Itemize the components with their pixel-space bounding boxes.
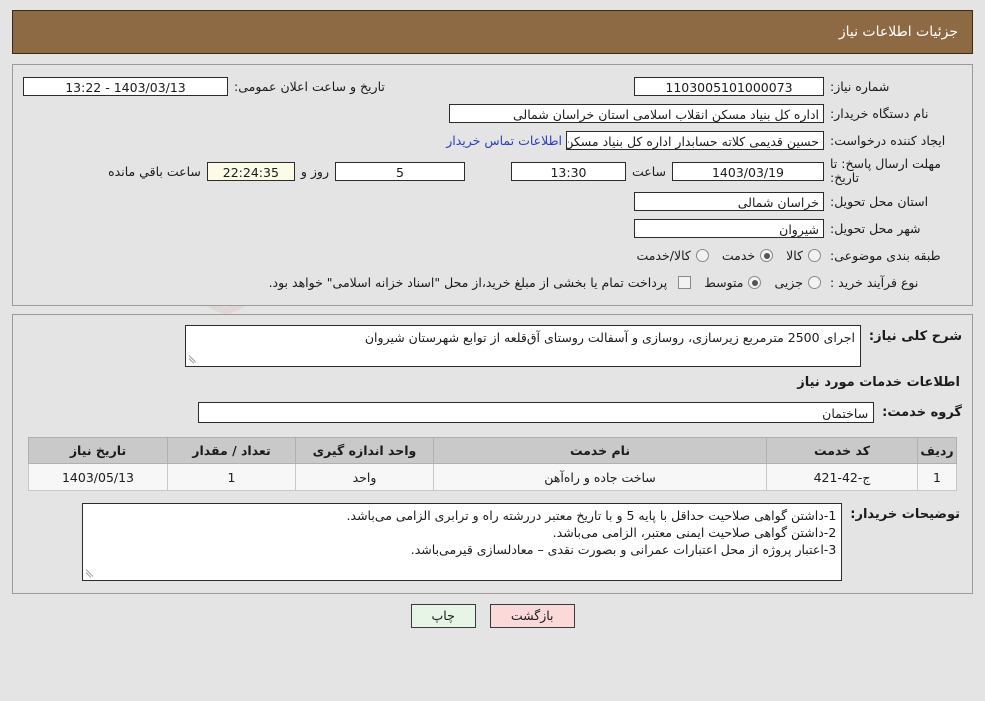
row-need-number: شماره نیاز: 1103005101000073 تاریخ و ساع…: [23, 73, 962, 100]
treasury-note-text: پرداخت تمام یا بخشی از مبلغ خرید،از محل …: [268, 275, 668, 290]
radio-category-kala-khedmat[interactable]: [695, 249, 709, 262]
row-service-group: گروه خدمت: ساختمان: [23, 402, 962, 423]
buyer-org-label: نام دستگاه خریدار:: [830, 106, 929, 121]
resize-grip-icon: [85, 568, 96, 579]
process-type-label: نوع فرآیند خرید :: [830, 275, 919, 290]
row-buyer-org: نام دستگاه خریدار: اداره کل بنیاد مسکن ا…: [23, 100, 962, 127]
back-button[interactable]: بازگشت: [489, 604, 575, 628]
row-creator: ایجاد کننده درخواست: حسین قدیمی کلاته حس…: [23, 127, 962, 154]
need-summary-panel: شماره نیاز: 1103005101000073 تاریخ و ساع…: [12, 64, 973, 306]
buyer-note-line-2: 2-داشتن گواهی صلاحیت ایمنی معتبر، الزامی…: [552, 525, 837, 540]
deadline-hour-value: 13:30: [510, 161, 626, 181]
th-service-code: کد خدمت: [766, 437, 918, 464]
print-button[interactable]: چاپ: [410, 604, 476, 628]
row-province: استان محل تحویل: خراسان شمالی: [23, 188, 962, 215]
services-table-body: 1 ج-42-421 ساخت جاده و راه‌آهن واحد 1 14…: [28, 463, 957, 491]
checkbox-treasury-bond[interactable]: [678, 276, 692, 289]
th-quantity: تعداد / مقدار: [167, 437, 296, 464]
radio-category-khedmat[interactable]: [760, 249, 774, 262]
category-label: طبقه بندی موضوعی:: [830, 248, 941, 263]
general-desc-value: اجرای 2500 مترمربع زیرسازی، روسازی و آسف…: [364, 330, 855, 345]
row-deadline: مهلت ارسال پاسخ: تا تاریخ: 1403/03/19 سا…: [23, 154, 962, 188]
buyer-note-line-3: 3-اعتبار پروژه از محل اعتبارات عمرانی و …: [410, 542, 837, 557]
deadline-label-line2: تاریخ:: [830, 170, 860, 185]
need-number-label: شماره نیاز:: [830, 79, 890, 94]
buyer-org-value: اداره کل بنیاد مسکن انقلاب اسلامی استان …: [449, 104, 824, 123]
radio-process-jozi-label: جزیی: [774, 275, 803, 290]
province-label: استان محل تحویل:: [830, 194, 929, 209]
services-section-title: اطلاعات خدمات مورد نیاز: [797, 375, 960, 390]
buyer-note-line-1: 1-داشتن گواهی صلاحیت حداقل با پایه 5 و ب…: [346, 508, 837, 523]
page-title: جزئیات اطلاعات نیاز: [838, 24, 958, 40]
province-value: خراسان شمالی: [634, 192, 824, 211]
general-desc-textarea[interactable]: اجرای 2500 مترمربع زیرسازی، روسازی و آسف…: [184, 325, 861, 367]
th-need-date: تاریخ نیاز: [28, 437, 168, 464]
buyer-notes-label: توضیحات خریدار:: [850, 507, 960, 522]
services-table: ردیف کد خدمت نام خدمت واحد اندازه گیری ت…: [28, 437, 957, 491]
footer-actions: بازگشت چاپ: [0, 604, 985, 628]
cell-service-name: ساخت جاده و راه‌آهن: [433, 463, 767, 491]
radio-process-motevaset[interactable]: [748, 276, 762, 289]
services-table-head: ردیف کد خدمت نام خدمت واحد اندازه گیری ت…: [28, 437, 957, 464]
page-header-bar: جزئیات اطلاعات نیاز: [12, 10, 973, 54]
resize-grip-icon: [188, 354, 199, 365]
radio-process-jozi[interactable]: [808, 276, 821, 289]
radio-category-kala-label: کالا: [786, 248, 803, 263]
announce-label: تاریخ و ساعت اعلان عمومی:: [234, 79, 385, 94]
row-general-description: شرح کلی نیاز: اجرای 2500 مترمربع زیرسازی…: [23, 325, 962, 367]
deadline-label: مهلت ارسال پاسخ: تا تاریخ:: [824, 157, 962, 185]
row-process-type: نوع فرآیند خرید : جزیی متوسط پرداخت تمام…: [23, 269, 962, 296]
service-group-value: ساختمان: [198, 402, 875, 423]
th-unit: واحد اندازه گیری: [295, 437, 434, 464]
creator-label: ایجاد کننده درخواست:: [830, 133, 946, 148]
deadline-date-value: 1403/03/19: [672, 161, 824, 181]
general-desc-label: شرح کلی نیاز:: [868, 329, 962, 344]
cell-service-code: ج-42-421: [766, 463, 918, 491]
row-category: طبقه بندی موضوعی: کالا خدمت کالا/خدمت: [23, 242, 962, 269]
radio-process-motevaset-label: متوسط: [704, 275, 744, 290]
announce-value: 13:22 - 1403/03/13: [23, 77, 228, 96]
radio-category-kala-khedmat-label: کالا/خدمت: [636, 248, 691, 263]
cell-radif: 1: [917, 463, 957, 491]
cell-need-date: 1403/05/13: [28, 463, 168, 491]
page-root: جزئیات اطلاعات نیاز شماره نیاز: 11030051…: [0, 10, 985, 628]
buyer-contact-link[interactable]: اطلاعات تماس خریدار: [442, 133, 566, 148]
cell-unit: واحد: [295, 463, 434, 491]
row-buyer-notes: توضیحات خریدار: 1-داشتن گواهی صلاحیت حدا…: [23, 503, 962, 581]
deadline-label-line1: مهلت ارسال پاسخ: تا: [830, 156, 941, 171]
need-number-value: 1103005101000073: [634, 77, 824, 96]
need-details-panel: شرح کلی نیاز: اجرای 2500 مترمربع زیرسازی…: [12, 314, 973, 594]
radio-category-kala[interactable]: [808, 249, 821, 262]
city-value: شیروان: [634, 219, 824, 238]
table-row: 1 ج-42-421 ساخت جاده و راه‌آهن واحد 1 14…: [28, 463, 957, 491]
deadline-days-value: 5: [334, 161, 465, 181]
cell-quantity: 1: [167, 463, 296, 491]
deadline-remaining-timer: 22:24:35: [206, 161, 295, 181]
th-radif: ردیف: [917, 437, 957, 464]
service-group-label: گروه خدمت:: [882, 405, 962, 420]
deadline-hour-label: ساعت: [631, 163, 666, 179]
th-service-name: نام خدمت: [433, 437, 767, 464]
row-city: شهر محل تحویل: شیروان: [23, 215, 962, 242]
table-header-row: ردیف کد خدمت نام خدمت واحد اندازه گیری ت…: [28, 437, 957, 464]
creator-value: حسین قدیمی کلاته حسابدار اداره کل بنیاد …: [566, 131, 824, 150]
buyer-notes-textarea[interactable]: 1-داشتن گواهی صلاحیت حداقل با پایه 5 و ب…: [82, 503, 843, 581]
deadline-days-label: روز و: [300, 163, 329, 179]
deadline-remaining-label: ساعت باقي مانده: [108, 163, 201, 179]
radio-category-khedmat-label: خدمت: [721, 248, 756, 263]
city-label: شهر محل تحویل:: [830, 221, 921, 236]
